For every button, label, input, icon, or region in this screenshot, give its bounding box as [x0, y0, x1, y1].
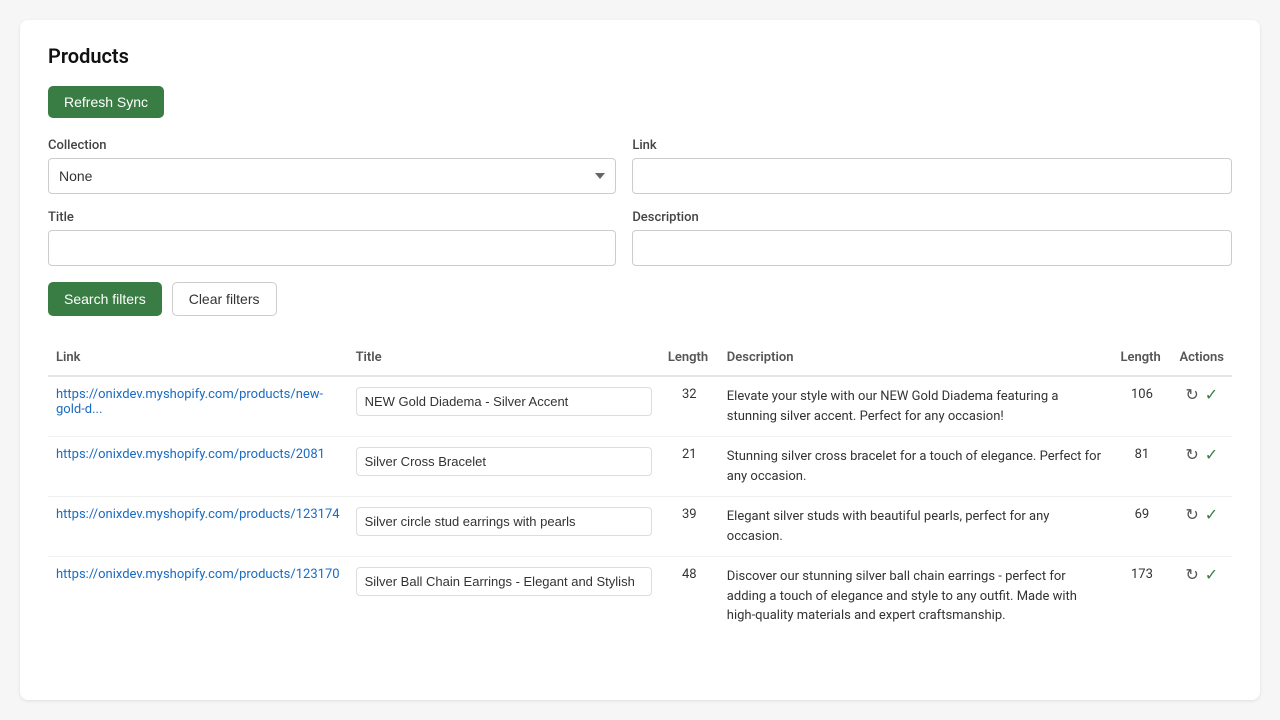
- clear-filters-button[interactable]: Clear filters: [172, 282, 277, 316]
- cell-description: Elegant silver studs with beautiful pear…: [719, 497, 1113, 557]
- col-header-length-title: Length: [660, 340, 719, 376]
- description-filter-input[interactable]: [632, 230, 1232, 266]
- cell-actions: ↻ ✓: [1171, 376, 1232, 437]
- check-icon[interactable]: ✓: [1205, 567, 1218, 583]
- desc-length-badge: 173: [1131, 567, 1153, 582]
- cell-description: Discover our stunning silver ball chain …: [719, 557, 1113, 636]
- description-filter-label: Description: [632, 210, 1232, 225]
- cell-link: https://onixdev.myshopify.com/products/2…: [48, 437, 348, 497]
- cell-title[interactable]: [348, 376, 660, 437]
- refresh-sync-button[interactable]: Refresh Sync: [48, 86, 164, 118]
- cell-desc-length: 81: [1112, 437, 1171, 497]
- desc-length-badge: 81: [1135, 447, 1150, 462]
- cell-link: https://onixdev.myshopify.com/products/1…: [48, 557, 348, 636]
- cell-link: https://onixdev.myshopify.com/products/1…: [48, 497, 348, 557]
- title-edit-input[interactable]: [356, 387, 652, 416]
- refresh-icon[interactable]: ↻: [1185, 507, 1198, 523]
- description-text: Stunning silver cross bracelet for a tou…: [727, 449, 1101, 484]
- link-input[interactable]: [632, 158, 1232, 194]
- collection-label: Collection: [48, 138, 616, 153]
- cell-actions: ↻ ✓: [1171, 557, 1232, 636]
- cell-title[interactable]: [348, 557, 660, 636]
- description-text: Elevate your style with our NEW Gold Dia…: [727, 389, 1059, 424]
- col-header-length-desc: Length: [1112, 340, 1171, 376]
- cell-title-length: 21: [660, 437, 719, 497]
- table-row: https://onixdev.myshopify.com/products/1…: [48, 497, 1232, 557]
- title-length-badge: 21: [682, 447, 697, 462]
- title-edit-input[interactable]: [356, 507, 652, 536]
- title-filter-label: Title: [48, 210, 616, 225]
- table-row: https://onixdev.myshopify.com/products/n…: [48, 376, 1232, 437]
- product-link[interactable]: https://onixdev.myshopify.com/products/n…: [56, 387, 323, 417]
- product-link[interactable]: https://onixdev.myshopify.com/products/2…: [56, 447, 325, 462]
- refresh-icon[interactable]: ↻: [1185, 567, 1198, 583]
- col-header-title: Title: [348, 340, 660, 376]
- refresh-icon[interactable]: ↻: [1185, 387, 1198, 403]
- desc-length-badge: 69: [1135, 507, 1150, 522]
- cell-title-length: 32: [660, 376, 719, 437]
- search-filters-button[interactable]: Search filters: [48, 282, 162, 316]
- cell-link: https://onixdev.myshopify.com/products/n…: [48, 376, 348, 437]
- cell-actions: ↻ ✓: [1171, 497, 1232, 557]
- product-link[interactable]: https://onixdev.myshopify.com/products/1…: [56, 507, 340, 522]
- table-row: https://onixdev.myshopify.com/products/2…: [48, 437, 1232, 497]
- description-text: Discover our stunning silver ball chain …: [727, 569, 1077, 623]
- title-filter-input[interactable]: [48, 230, 616, 266]
- cell-desc-length: 106: [1112, 376, 1171, 437]
- cell-description: Stunning silver cross bracelet for a tou…: [719, 437, 1113, 497]
- cell-desc-length: 69: [1112, 497, 1171, 557]
- col-header-link: Link: [48, 340, 348, 376]
- title-edit-input[interactable]: [356, 447, 652, 476]
- cell-desc-length: 173: [1112, 557, 1171, 636]
- cell-title-length: 39: [660, 497, 719, 557]
- title-length-badge: 39: [682, 507, 697, 522]
- refresh-icon[interactable]: ↻: [1185, 447, 1198, 463]
- col-header-description: Description: [719, 340, 1113, 376]
- cell-description: Elevate your style with our NEW Gold Dia…: [719, 376, 1113, 437]
- title-length-badge: 48: [682, 567, 697, 582]
- title-length-badge: 32: [682, 387, 697, 402]
- description-text: Elegant silver studs with beautiful pear…: [727, 509, 1050, 544]
- page-title: Products: [48, 44, 1232, 68]
- collection-select[interactable]: None: [48, 158, 616, 194]
- check-icon[interactable]: ✓: [1205, 447, 1218, 463]
- check-icon[interactable]: ✓: [1205, 387, 1218, 403]
- cell-actions: ↻ ✓: [1171, 437, 1232, 497]
- col-header-actions: Actions: [1171, 340, 1232, 376]
- cell-title[interactable]: [348, 437, 660, 497]
- cell-title-length: 48: [660, 557, 719, 636]
- desc-length-badge: 106: [1131, 387, 1153, 402]
- product-link[interactable]: https://onixdev.myshopify.com/products/1…: [56, 567, 340, 582]
- cell-title[interactable]: [348, 497, 660, 557]
- link-label: Link: [632, 138, 1232, 153]
- products-table: Link Title Length Description Length Act…: [48, 340, 1232, 636]
- check-icon[interactable]: ✓: [1205, 507, 1218, 523]
- table-row: https://onixdev.myshopify.com/products/1…: [48, 557, 1232, 636]
- title-edit-input[interactable]: [356, 567, 652, 596]
